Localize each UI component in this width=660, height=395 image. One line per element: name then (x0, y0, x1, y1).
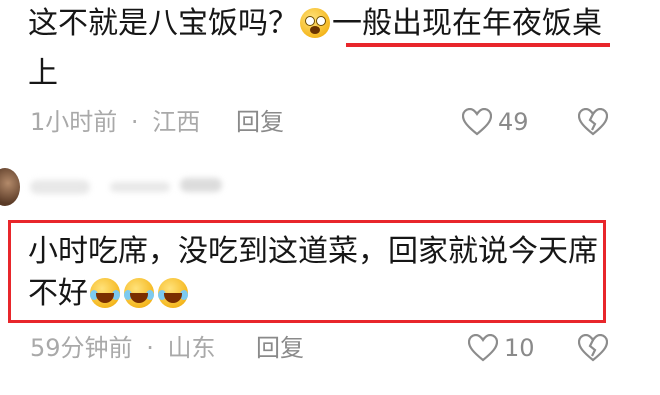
flushed-face-icon (300, 8, 330, 38)
tears-of-joy-icon (90, 278, 120, 308)
highlight-underline (346, 43, 610, 47)
avatar[interactable] (0, 168, 20, 206)
heart-icon (462, 108, 492, 136)
tears-of-joy-icon (124, 278, 154, 308)
comment-1-time: 1小时前 (30, 108, 118, 136)
comment-1-dislike-button[interactable] (578, 108, 608, 138)
comment-1-like-button[interactable]: 49 (462, 106, 552, 138)
comment-1-line-2: 上 (28, 56, 58, 91)
comment-1-highlighted-text: 一般出现在年夜饭桌 (332, 6, 602, 41)
broken-heart-icon (578, 334, 608, 362)
comment-2-line-2: 不好 (28, 276, 190, 312)
comment-1-reply-button[interactable]: 回复 (236, 108, 284, 136)
comment-2-location: 山东 (167, 334, 216, 362)
comment-2-like-count: 10 (504, 334, 535, 362)
comment-2-reply-button[interactable]: 回复 (256, 334, 304, 362)
comment-1-meta: 1小时前 · 江西 (30, 108, 201, 136)
comment-1-line-1: 这不就是八宝饭吗？ 一般出现在年夜饭桌 (28, 6, 602, 42)
comment-1-text-start: 这不就是八宝饭吗？ (28, 6, 298, 41)
heart-icon (468, 334, 498, 362)
comment-1-location: 江西 (152, 108, 201, 136)
comment-2-text-end: 不好 (28, 276, 88, 311)
blurred-username-2 (110, 182, 170, 192)
comment-2-meta: 59分钟前 · 山东 (30, 334, 216, 362)
broken-heart-icon (578, 108, 608, 136)
blurred-username (30, 180, 90, 194)
comment-2-dislike-button[interactable] (578, 334, 608, 364)
blurred-username-3 (180, 178, 222, 192)
comment-2-like-button[interactable]: 10 (468, 332, 548, 364)
comment-1-like-count: 49 (498, 108, 529, 136)
tears-of-joy-icon (158, 278, 188, 308)
comment-2-time: 59分钟前 (30, 334, 133, 362)
comment-2-line-1: 小时吃席，没吃到这道菜，回家就说今天席 (28, 234, 598, 269)
